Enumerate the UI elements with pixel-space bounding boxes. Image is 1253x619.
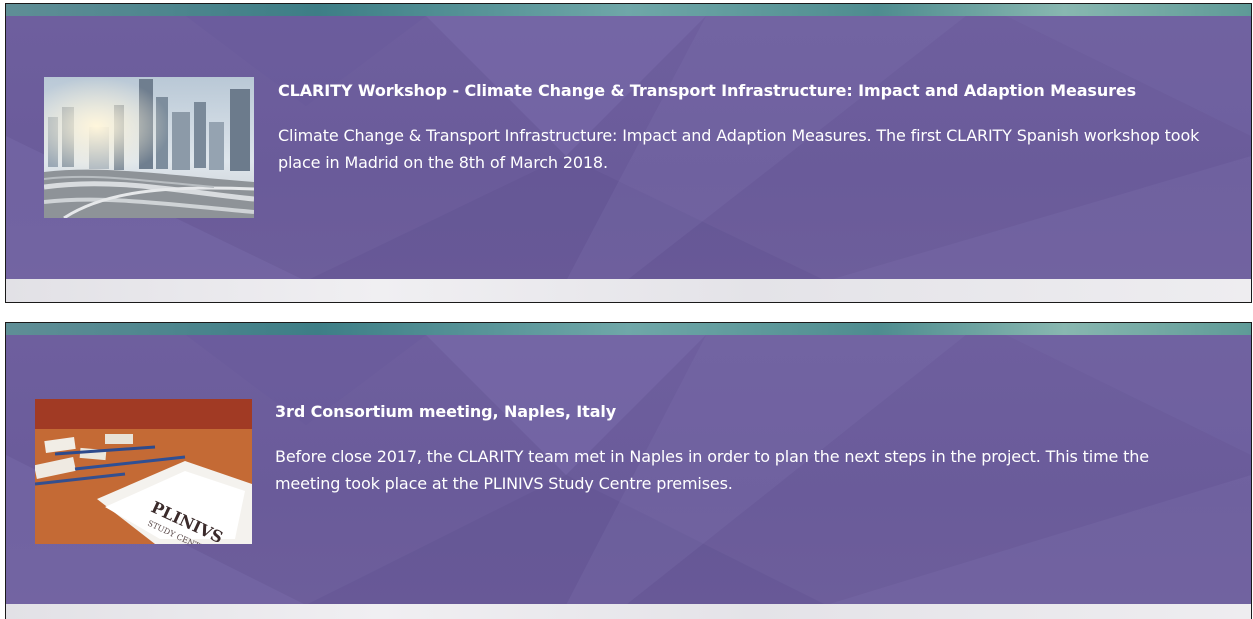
card-footer-band (6, 279, 1251, 302)
news-text: CLARITY Workshop - Climate Change & Tran… (278, 80, 1208, 176)
news-description: Before close 2017, the CLARITY team met … (275, 447, 1149, 493)
news-title[interactable]: 3rd Consortium meeting, Naples, Italy (275, 401, 1205, 423)
news-card-2[interactable]: PLINIVS STUDY CENTRE 3rd Consortium meet… (5, 322, 1252, 619)
news-thumbnail-city[interactable] (44, 77, 254, 218)
news-description: Climate Change & Transport Infrastructur… (278, 126, 1200, 172)
card-header-strip (6, 323, 1251, 335)
news-title[interactable]: CLARITY Workshop - Climate Change & Tran… (278, 80, 1208, 102)
news-text: 3rd Consortium meeting, Naples, Italy Be… (275, 401, 1205, 497)
card-background: PLINIVS STUDY CENTRE 3rd Consortium meet… (6, 335, 1251, 605)
card-header-strip (6, 4, 1251, 16)
card-footer-band (6, 604, 1251, 619)
city-highway-image (44, 77, 254, 218)
meeting-documents-image: PLINIVS STUDY CENTRE (35, 399, 252, 544)
news-card-1[interactable]: CLARITY Workshop - Climate Change & Tran… (5, 3, 1252, 303)
news-thumbnail-meeting[interactable]: PLINIVS STUDY CENTRE (35, 399, 252, 544)
card-background: CLARITY Workshop - Climate Change & Tran… (6, 16, 1251, 281)
